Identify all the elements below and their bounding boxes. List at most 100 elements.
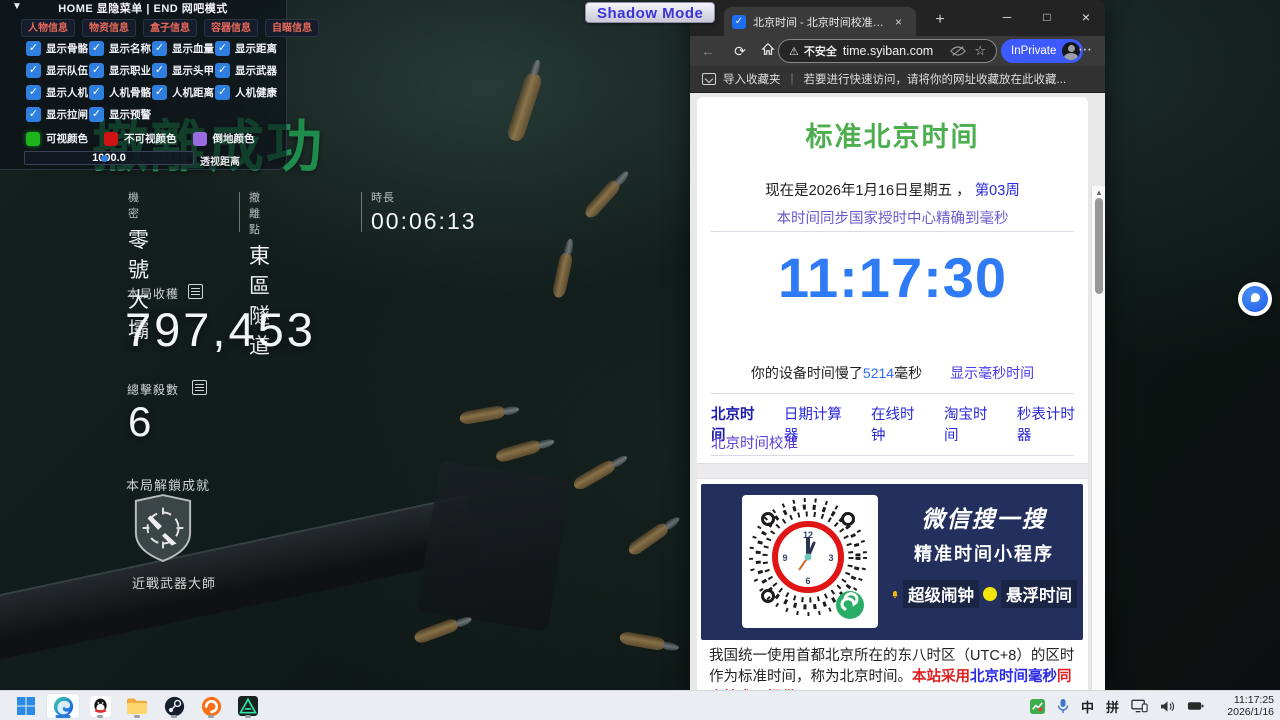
taskbar-clock[interactable]: 11:17:25 2026/1/16 [1218,694,1274,718]
knife-decoration [0,495,481,666]
import-favorites-label[interactable]: 导入收藏夹 [723,71,781,87]
scrollbar-thumb[interactable] [1095,198,1103,294]
list-icon[interactable] [188,284,203,299]
bullet-decoration [413,617,461,645]
divider [239,192,240,232]
refresh-icon[interactable]: ⟳ [730,41,750,61]
taskbar-qq-button[interactable] [83,693,117,719]
checkbox-show-health[interactable]: ✓显示血量 [152,40,215,56]
address-bar[interactable]: ⚠ 不安全 time.syiban.com ☆ [778,39,997,63]
qr-banner-text: 微信搜一搜 精准时间小程序 超级闹钟 悬浮时间 [891,484,1077,640]
esp-distance-slider[interactable]: 1000.0 [24,151,194,165]
taskbar-orange-app-button[interactable] [194,693,228,719]
week-number-link[interactable]: 第03周 [975,183,1020,199]
list-icon[interactable] [192,380,207,395]
settings-menu-icon[interactable]: ⋯ [1078,41,1092,58]
visible-color-swatch[interactable] [26,132,40,146]
checkbox-checked-icon: ✓ [26,85,41,100]
checkbox-show-team[interactable]: ✓显示队伍 [26,62,89,78]
tab-character-info[interactable]: 人物信息 [21,19,75,37]
nav-taobao-time[interactable]: 淘宝时间 [944,403,1001,445]
checkbox-show-name[interactable]: ✓显示名称 [89,40,152,56]
ime-mode-indicator[interactable]: 拼 [1106,697,1119,716]
checkbox-show-distance[interactable]: ✓显示距离 [215,40,278,56]
running-indicator [208,715,214,718]
taskbar: 中 拼 11:17:25 2026/1/16 [0,690,1280,720]
checkbox-show-armor[interactable]: ✓显示头甲 [152,62,215,78]
bullet-decoration [495,438,543,463]
divider [711,455,1074,456]
checkbox-show-warning[interactable]: ✓显示预警 [89,106,152,122]
scrollbar[interactable]: ▲ ▼ [1091,186,1105,690]
checkbox-show-class[interactable]: ✓显示职业 [89,62,152,78]
checkbox-checked-icon: ✓ [215,41,230,56]
nav-online-clock[interactable]: 在线时钟 [871,403,928,445]
system-tray: 中 拼 [1030,691,1204,720]
bookmarks-bar: 导入收藏夹 | 若要进行快速访问，请将你的网址收藏放在此收藏... [690,66,1105,93]
taskbar-explorer-button[interactable] [120,693,154,719]
beijing-clock: 11:17:30 [697,245,1088,310]
footer-paragraph: 我国统一使用首都北京所在的东八时区（UTC+8）的区时作为标准时间，称为北京时间… [709,646,1077,690]
nav-stopwatch[interactable]: 秒表计时器 [1017,403,1088,445]
close-button[interactable]: × [1067,0,1105,34]
tab-loot-info[interactable]: 物资信息 [82,19,136,37]
checkbox-show-skeleton[interactable]: ✓显示骨骼 [26,40,89,56]
checkbox-bot-distance[interactable]: ✓人机距离 [152,84,215,100]
favorite-star-icon[interactable]: ☆ [974,43,986,59]
taskbar-green-triangle-app-button[interactable] [231,693,265,719]
date-line: 现在是2026年1月16日星期五 ， 第03周 [697,179,1088,200]
speaker-tray-icon[interactable] [1160,700,1175,713]
browser-tab[interactable]: ✓ 北京时间 - 北京时间校准精确到毫秒 × [724,7,916,36]
cast-monitor-tray-icon[interactable] [1131,699,1148,713]
slider-knob[interactable] [101,155,108,162]
taskbar-edge-button[interactable] [46,693,80,719]
checkbox-checked-icon: ✓ [152,41,167,56]
checkbox-show-bots[interactable]: ✓显示人机 [26,84,89,100]
taskbar-steam-button[interactable] [157,693,191,719]
scroll-up-icon[interactable]: ▲ [1092,188,1105,197]
ime-language-indicator[interactable]: 中 [1081,697,1094,716]
mini-program-subtitle: 精准时间小程序 [891,540,1077,566]
duration-value: 00:06:13 [371,208,477,235]
tab-aimbot-info[interactable]: 自瞄信息 [265,19,319,37]
show-milliseconds-link[interactable]: 显示毫秒时间 [950,363,1034,383]
new-tab-button[interactable]: + [928,8,952,32]
url-text[interactable]: time.syiban.com [843,44,950,58]
wechat-qr-banner[interactable]: 12 3 6 9 微信搜一搜 [701,484,1083,640]
bullet-decoration [459,405,507,426]
checkbox-bot-skeleton[interactable]: ✓人机骨骼 [89,84,152,100]
downed-color-swatch[interactable] [193,132,207,146]
slider-label: 透视距离 [200,153,240,168]
checkbox-bot-health[interactable]: ✓人机健康 [215,84,278,100]
folder-icon [126,696,148,716]
minimize-button[interactable]: ─ [988,0,1026,34]
home-icon[interactable] [758,41,778,61]
checkbox-show-weapon[interactable]: ✓显示武器 [215,62,278,78]
nav-time-calibration[interactable]: 北京时间校准 [711,432,798,453]
shadow-mode-badge: Shadow Mode [585,2,715,23]
floating-assistant-button[interactable] [1238,282,1272,316]
running-indicator [245,715,251,718]
tab-container-info[interactable]: 容器信息 [204,19,258,37]
tab-close-icon[interactable]: × [895,15,902,29]
running-indicator [56,715,71,718]
eye-slash-icon[interactable] [950,45,966,57]
sync-source-link[interactable]: 本时间同步国家授时中心精确到毫秒 [697,207,1088,228]
battery-tray-icon[interactable] [1187,700,1204,712]
checkbox-checked-icon: ✓ [89,41,104,56]
security-label[interactable]: 不安全 [804,43,837,59]
alarm-chip: 超级闹钟 [903,580,979,608]
achievement-heading: 本局解鎖成就 [126,475,210,494]
microphone-tray-icon[interactable] [1057,698,1069,714]
maximize-button[interactable]: □ [1028,0,1066,34]
page-content: 标准北京时间 现在是2026年1月16日星期五 ， 第03周 本时间同步国家授时… [690,93,1105,690]
checkbox-show-switch[interactable]: ✓显示拉闸 [26,106,89,122]
tab-box-info[interactable]: 盒子信息 [143,19,197,37]
esp-color-row: 可视颜色 不可视颜色 倒地颜色 [26,131,271,146]
back-icon[interactable]: ← [698,41,718,61]
browser-toolbar: ← ⟳ ⚠ 不安全 time.syiban.com ☆ InPrivate ⋯ [690,36,1105,66]
invisible-color-swatch[interactable] [104,132,118,146]
inprivate-badge[interactable]: InPrivate [1001,39,1083,63]
start-button[interactable] [9,693,43,719]
hardware-monitor-tray-icon[interactable] [1030,699,1045,714]
